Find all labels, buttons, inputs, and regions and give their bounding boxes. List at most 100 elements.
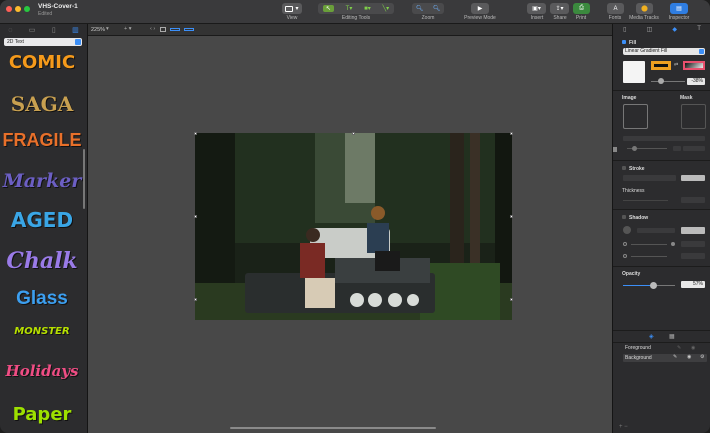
background-settings-icon[interactable]: ⚙ — [700, 354, 704, 360]
resize-handle[interactable] — [510, 215, 513, 218]
shadow-blur-field[interactable] — [681, 253, 705, 259]
preview-mode-label: Preview Mode — [464, 15, 496, 21]
effect-marker[interactable]: Marker — [0, 170, 84, 192]
editing-tools-group: ↖ T▾ ■▾ ╲▾ — [318, 3, 394, 14]
tab-document-icon[interactable]: ▯ — [623, 26, 626, 33]
print-button[interactable]: ⎙ — [573, 3, 590, 14]
effect-comic[interactable]: COMIC — [0, 52, 84, 73]
stroke-style-select[interactable] — [623, 175, 676, 181]
gradient-end-swatch[interactable] — [683, 61, 705, 70]
swap-arrows-icon[interactable]: ⇄ — [674, 62, 678, 68]
share-button[interactable]: ⇪▾ — [550, 3, 569, 14]
view-button[interactable]: ▾ — [282, 3, 302, 14]
minimize-window-button[interactable] — [15, 6, 21, 12]
text-style-select[interactable]: 2D Text — [4, 38, 82, 46]
effect-fragile[interactable]: FRAGILE — [0, 130, 84, 151]
add-layer-icon[interactable]: + − — [619, 424, 628, 430]
gradient-start-swatch[interactable] — [651, 61, 671, 70]
guide-arrows-icon[interactable]: ‹ › — [150, 26, 155, 32]
resize-handle[interactable] — [194, 132, 197, 135]
fill-opacity-slider[interactable] — [651, 81, 685, 82]
foreground-visibility-icon[interactable]: ◉ — [691, 345, 695, 351]
grid-tab-icon[interactable]: ▦ — [669, 333, 675, 340]
effect-glass[interactable]: Glass — [0, 288, 84, 310]
effect-saga[interactable]: SAGA — [0, 92, 84, 116]
layer-background-row[interactable]: Background ✎ ◉ ⚙ — [623, 354, 707, 362]
stroke-checkbox[interactable] — [622, 166, 626, 170]
effect-holidays[interactable]: Holidays — [0, 362, 84, 380]
tab-documents-icon[interactable]: ▯ — [52, 26, 56, 34]
resize-handle[interactable] — [194, 298, 197, 301]
canvas[interactable] — [88, 36, 612, 433]
shadow-offset-slider[interactable] — [631, 244, 667, 245]
preview-mode-button[interactable]: ▶ — [471, 3, 489, 14]
resize-handle[interactable] — [510, 298, 513, 301]
foreground-edit-icon[interactable]: ✎ — [677, 345, 681, 351]
line-tool-icon[interactable]: ╲▾ — [382, 5, 389, 12]
tab-shapes-icon[interactable]: ◌ — [8, 27, 12, 34]
media-tracks-button[interactable]: ⬤ — [636, 3, 653, 14]
pointer-tool-icon[interactable]: ↖ — [322, 5, 334, 12]
mask-well[interactable] — [681, 104, 706, 129]
guide-bar-icon[interactable] — [170, 28, 180, 31]
tab-media-icon[interactable]: ▭ — [29, 26, 36, 34]
resize-handle[interactable] — [194, 215, 197, 218]
background-edit-icon[interactable]: ✎ — [673, 354, 677, 360]
image-scale-field[interactable] — [683, 146, 705, 151]
fill-opacity-field[interactable]: -38% — [687, 78, 705, 85]
resize-handle[interactable] — [510, 132, 513, 135]
resize-handle[interactable] — [352, 132, 355, 135]
effect-aged[interactable]: AGED — [0, 208, 84, 232]
effect-paper[interactable]: Paper — [0, 404, 84, 425]
layer-foreground[interactable]: Foreground — [625, 345, 651, 351]
tab-text-icon[interactable]: T — [697, 26, 701, 32]
background-visibility-icon[interactable]: ◉ — [687, 354, 691, 360]
shape-tool-icon[interactable]: ■▾ — [364, 5, 371, 12]
sidebar-scrollbar[interactable] — [83, 149, 85, 209]
thickness-field[interactable] — [681, 197, 705, 203]
editing-tools-label: Editing Tools — [341, 15, 371, 21]
layout-icon[interactable] — [160, 27, 166, 32]
effect-monster[interactable]: MONSTER — [0, 326, 84, 337]
canvas-topbar: 225% ▾ + ▾ ‹ › — [88, 24, 612, 36]
shadow-angle-field[interactable] — [637, 228, 675, 233]
tab-text-effects-icon[interactable]: ▥ — [72, 26, 79, 34]
opacity-slider-knob[interactable] — [649, 282, 657, 289]
shadow-color-swatch[interactable] — [681, 227, 705, 234]
tab-style-icon[interactable]: ◆ — [672, 26, 677, 33]
opacity-slider[interactable] — [623, 282, 675, 289]
chevron-down-icon: ▾ — [295, 6, 299, 12]
image-well[interactable] — [623, 104, 648, 129]
gradient-preview[interactable] — [623, 61, 645, 83]
image-scale-knob[interactable] — [632, 146, 637, 151]
close-window-button[interactable] — [6, 6, 12, 12]
fill-type-select[interactable]: Linear Gradient Fill — [623, 48, 705, 55]
tab-layout-icon[interactable]: ◫ — [647, 26, 653, 33]
shadow-angle-dial[interactable] — [623, 226, 631, 234]
canvas-horizontal-scrollbar[interactable] — [230, 427, 436, 429]
insert-button[interactable]: ▣▾ — [527, 3, 546, 14]
opacity-field[interactable]: 57% — [681, 281, 705, 288]
image-tile-icon[interactable] — [673, 146, 681, 151]
stroke-color-swatch[interactable] — [681, 175, 705, 181]
zoom-chevron-icon[interactable]: ▾ — [106, 26, 109, 32]
text-tool-icon[interactable]: T▾ — [346, 5, 353, 12]
shadow-blur-slider[interactable] — [631, 256, 667, 257]
add-guide-icon[interactable]: + ▾ — [124, 26, 132, 32]
fill-checkbox[interactable] — [622, 40, 626, 44]
shadow-offset-field[interactable] — [681, 241, 705, 247]
layers-tab-icon[interactable]: ◈ — [649, 333, 654, 340]
zoom-in-icon[interactable]: 🔍︎ — [433, 5, 441, 12]
zoom-out-icon[interactable]: 🔍︎ — [416, 5, 424, 12]
zoom-level[interactable]: 225% — [91, 27, 105, 33]
guide-bar-icon[interactable] — [184, 28, 194, 31]
photo-image[interactable] — [195, 133, 512, 320]
shadow-checkbox[interactable] — [622, 215, 626, 219]
image-mode-select[interactable] — [623, 136, 705, 141]
effect-chalk[interactable]: Chalk — [0, 248, 84, 274]
thickness-slider[interactable] — [623, 200, 668, 201]
inspector-button[interactable]: ▤ — [670, 3, 688, 14]
zoom-window-button[interactable] — [24, 6, 30, 12]
fill-opacity-knob[interactable] — [658, 78, 664, 84]
fonts-button[interactable]: A — [607, 3, 624, 14]
